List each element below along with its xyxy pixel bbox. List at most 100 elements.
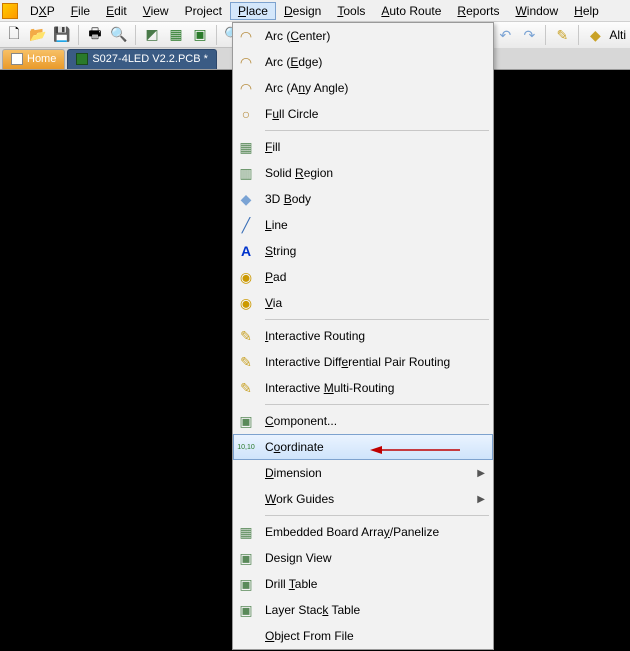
menu-item-label: 3D Body: [265, 192, 485, 206]
menu-item-icon: ◉: [237, 294, 255, 312]
place-menu-item[interactable]: ◠ Arc (Edge): [233, 49, 493, 75]
menu-place[interactable]: Place: [230, 2, 276, 20]
toolbar-sep: [545, 25, 546, 45]
place-menu-dropdown: ◠ Arc (Center) ◠ Arc (Edge) ◠ Arc (Any Angle)…: [232, 22, 494, 650]
place-menu-item[interactable]: ▣ Layer Stack Table: [233, 597, 493, 623]
place-menu-item[interactable]: ◉Pad: [233, 264, 493, 290]
menu-item-icon: ╱: [237, 216, 255, 234]
menu-edit[interactable]: Edit: [98, 2, 135, 20]
menu-item-icon: ▦: [237, 138, 255, 156]
menu-item-label: Arc (Edge): [265, 55, 485, 69]
menu-item-icon: ◠: [237, 79, 255, 97]
place-menu-item[interactable]: ✎ Interactive Differential Pair Routing: [233, 349, 493, 375]
menu-item-icon: ✎: [237, 379, 255, 397]
menu-item-icon: ◠: [237, 27, 255, 45]
menu-item-label: Work Guides: [265, 492, 467, 506]
menu-item-label: Drill Table: [265, 577, 485, 591]
menu-separator: [265, 515, 489, 516]
menu-item-label: Arc (Any Angle): [265, 81, 485, 95]
menu-item-label: Object From File: [265, 629, 485, 643]
toolbar-sep: [135, 25, 136, 45]
wand-icon[interactable]: ✎: [552, 25, 572, 45]
place-menu-item[interactable]: ▣Drill Table: [233, 571, 493, 597]
menu-window[interactable]: Window: [507, 2, 566, 20]
place-menu-item[interactable]: ◆ 3D Body: [233, 186, 493, 212]
menu-item-icon: ▣: [237, 601, 255, 619]
submenu-arrow-icon: ▶: [477, 468, 485, 479]
redo-icon[interactable]: ↷: [519, 25, 539, 45]
toolbar-right: ↶ ↷ ✎ ◆ Alti: [491, 22, 630, 48]
menubar: DXP File Edit View Project Place Design …: [0, 0, 630, 22]
place-menu-item[interactable]: ◉ Via: [233, 290, 493, 316]
menu-item-icon: ✎: [237, 353, 255, 371]
menu-tools[interactable]: Tools: [329, 2, 373, 20]
place-menu-item[interactable]: Dimension▶: [233, 460, 493, 486]
tab-home-label: Home: [27, 53, 56, 65]
menu-item-icon: ◠: [237, 53, 255, 71]
menu-item-icon: [237, 490, 255, 508]
menu-view[interactable]: View: [135, 2, 177, 20]
menu-autoroute[interactable]: Auto Route: [373, 2, 449, 20]
place-menu-item[interactable]: ╱Line: [233, 212, 493, 238]
chip-icon[interactable]: ▣: [190, 25, 210, 45]
altium-icon[interactable]: ◆: [585, 25, 605, 45]
board-icon[interactable]: ▦: [166, 25, 186, 45]
open-file-icon[interactable]: 📂: [28, 25, 48, 45]
menu-project[interactable]: Project: [177, 2, 230, 20]
place-menu-item[interactable]: A String: [233, 238, 493, 264]
cube-icon[interactable]: ◩: [142, 25, 162, 45]
menu-separator: [265, 404, 489, 405]
menu-file[interactable]: File: [63, 2, 98, 20]
menu-item-label: Interactive Differential Pair Routing: [265, 355, 485, 369]
menu-item-icon: A: [237, 242, 255, 260]
place-menu-item[interactable]: Object From File: [233, 623, 493, 649]
menu-item-icon: [237, 464, 255, 482]
menu-help[interactable]: Help: [566, 2, 607, 20]
place-menu-item[interactable]: Work Guides▶: [233, 486, 493, 512]
menu-item-label: Arc (Center): [265, 29, 485, 43]
menu-item-label: Component...: [265, 414, 485, 428]
menu-item-label: Layer Stack Table: [265, 603, 485, 617]
menu-item-icon: ▣: [237, 549, 255, 567]
menu-item-icon: ◆: [237, 190, 255, 208]
zoom-icon[interactable]: 🔍: [109, 25, 129, 45]
place-menu-item[interactable]: ▣ Design View: [233, 545, 493, 571]
place-menu-item[interactable]: 10,10 Coordinate: [233, 434, 493, 460]
menu-item-label: Coordinate: [265, 440, 485, 454]
menu-separator: [265, 319, 489, 320]
place-menu-item[interactable]: ◠ Arc (Center): [233, 23, 493, 49]
menu-item-icon: 10,10: [237, 438, 255, 456]
place-menu-item[interactable]: ▣Component...: [233, 408, 493, 434]
menu-item-label: Interactive Multi-Routing: [265, 381, 485, 395]
toolbar-sep: [216, 25, 217, 45]
app-icon: [2, 3, 18, 19]
menu-item-label: Design View: [265, 551, 485, 565]
menu-item-label: Via: [265, 296, 485, 310]
place-menu-item[interactable]: ◠ Arc (Any Angle): [233, 75, 493, 101]
menu-item-label: String: [265, 244, 485, 258]
menu-item-icon: ▥: [237, 164, 255, 182]
menu-item-label: Embedded Board Array/Panelize: [265, 525, 485, 539]
tab-home[interactable]: Home: [2, 49, 65, 69]
tab-pcb-file[interactable]: S027-4LED V2.2.PCB *: [67, 49, 217, 69]
menu-item-icon: ○: [237, 105, 255, 123]
place-menu-item[interactable]: ○Full Circle: [233, 101, 493, 127]
menu-reports[interactable]: Reports: [449, 2, 507, 20]
print-icon[interactable]: 🖶: [85, 25, 105, 45]
home-icon: [11, 53, 23, 65]
place-menu-item[interactable]: ▥Solid Region: [233, 160, 493, 186]
menu-design[interactable]: Design: [276, 2, 329, 20]
menu-item-icon: ▦: [237, 523, 255, 541]
menu-dxp[interactable]: DXP: [22, 2, 63, 20]
place-menu-item[interactable]: ▦Fill: [233, 134, 493, 160]
toolbar-sep: [578, 25, 579, 45]
tab-pcb-label: S027-4LED V2.2.PCB *: [92, 53, 208, 65]
place-menu-item[interactable]: ▦ Embedded Board Array/Panelize: [233, 519, 493, 545]
new-file-icon[interactable]: 🗋: [4, 25, 24, 45]
menu-item-icon: [237, 627, 255, 645]
toolbar-sep: [78, 25, 79, 45]
save-icon[interactable]: 💾: [52, 25, 72, 45]
place-menu-item[interactable]: ✎ Interactive Multi-Routing: [233, 375, 493, 401]
undo-icon[interactable]: ↶: [495, 25, 515, 45]
place-menu-item[interactable]: ✎Interactive Routing: [233, 323, 493, 349]
